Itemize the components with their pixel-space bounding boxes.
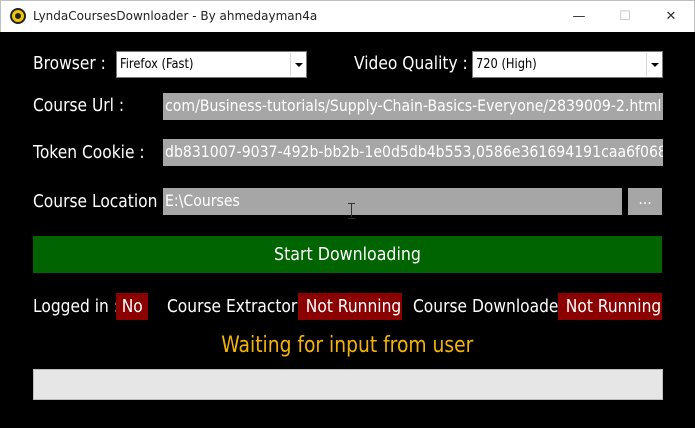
course-extractor-value: Not Running bbox=[305, 296, 402, 317]
course-url-value: com/Business-tutorials/Supply-Chain-Basi… bbox=[165, 96, 662, 115]
logged-in-badge: No bbox=[116, 293, 148, 320]
browse-folder-button[interactable]: ... bbox=[628, 188, 662, 215]
status-message: Waiting for input from user bbox=[0, 333, 695, 358]
browser-select-value: Firefox (Fast) bbox=[120, 57, 194, 72]
token-cookie-value: db831007-9037-492b-bb2b-1e0d5db4b553,058… bbox=[165, 142, 663, 161]
close-button[interactable]: ✕ bbox=[648, 1, 694, 32]
browser-label: Browser : bbox=[33, 53, 106, 74]
token-cookie-input[interactable]: db831007-9037-492b-bb2b-1e0d5db4b553,058… bbox=[163, 139, 663, 166]
window-title: LyndaCoursesDownloader - By ahmedayman4a bbox=[33, 9, 318, 23]
course-downloader-value: Not Running bbox=[565, 296, 662, 317]
video-quality-label: Video Quality : bbox=[354, 53, 468, 74]
course-extractor-label: Course Extractor : bbox=[167, 296, 308, 317]
download-progress-bar bbox=[33, 369, 663, 400]
minimize-button[interactable]: — bbox=[556, 1, 602, 32]
browser-select[interactable]: Firefox (Fast) bbox=[116, 51, 307, 78]
maximize-button[interactable]: ☐ bbox=[602, 1, 648, 32]
video-quality-select[interactable]: 720 (High) bbox=[472, 51, 663, 78]
course-extractor-badge: Not Running bbox=[298, 293, 402, 320]
course-downloader-label: Course Downloader: bbox=[413, 296, 570, 317]
course-location-value: E:\Courses bbox=[165, 191, 240, 210]
app-logo-icon bbox=[10, 8, 26, 24]
course-downloader-badge: Not Running bbox=[558, 293, 662, 320]
course-url-label: Course Url : bbox=[33, 95, 125, 116]
status-message-text: Waiting for input from user bbox=[221, 333, 474, 358]
logged-in-value: No bbox=[121, 296, 143, 317]
text-cursor-icon bbox=[348, 203, 355, 219]
video-quality-select-value: 720 (High) bbox=[476, 57, 537, 72]
chevron-down-icon[interactable] bbox=[646, 53, 661, 76]
logged-in-label: Logged in : bbox=[33, 296, 119, 317]
course-url-input[interactable]: com/Business-tutorials/Supply-Chain-Basi… bbox=[163, 93, 663, 120]
token-cookie-label: Token Cookie : bbox=[33, 142, 145, 163]
start-downloading-button[interactable]: Start Downloading bbox=[33, 236, 662, 273]
course-location-label: Course Location : bbox=[33, 191, 168, 212]
title-bar: LyndaCoursesDownloader - By ahmedayman4a… bbox=[0, 0, 695, 32]
course-location-input[interactable]: E:\Courses bbox=[163, 188, 622, 215]
start-downloading-label: Start Downloading bbox=[274, 244, 421, 265]
chevron-down-icon[interactable] bbox=[290, 53, 305, 76]
